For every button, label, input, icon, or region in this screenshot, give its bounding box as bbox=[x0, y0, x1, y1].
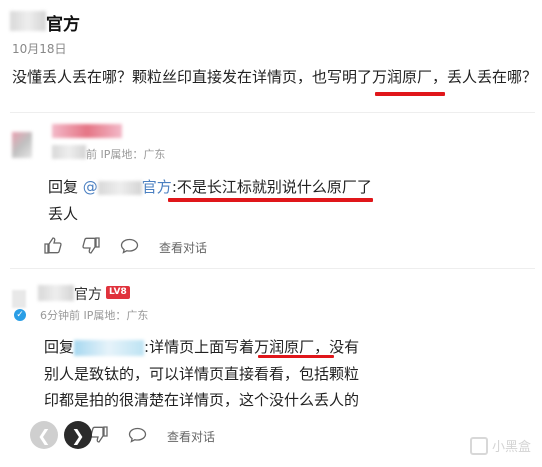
view-dialog-link[interactable]: 查看对话 bbox=[159, 239, 207, 256]
chevron-left-icon: ❮ bbox=[37, 425, 51, 445]
comment-reply-line2: 别人是致钛的，可以详情页直接看看，包括颗粒 bbox=[44, 365, 360, 383]
author-name[interactable]: 官方 bbox=[46, 10, 80, 35]
post-body-suffix: ，丢人丢在哪？ bbox=[432, 68, 538, 86]
comment-reply: 回复 @ 官方:不是长江标就别说什么原厂了 bbox=[48, 176, 372, 197]
reply-label: 回复 bbox=[48, 178, 79, 196]
comment-actions: 查看对话 bbox=[44, 237, 207, 258]
commenter-name-blurred bbox=[52, 124, 122, 138]
watermark-text: 小黑盒 bbox=[492, 440, 532, 455]
post-body-prefix: 没懂丢人丢在哪？颗粒丝印直接发在详情页，也写明了 bbox=[12, 68, 373, 86]
mention-name: 官方 bbox=[141, 178, 172, 196]
comment-icon[interactable] bbox=[128, 427, 147, 447]
reply-text-a: :详情页上面写着 bbox=[144, 338, 255, 356]
reply-highlight-underline bbox=[168, 198, 373, 202]
level-badge: LV8 bbox=[106, 286, 130, 299]
next-arrow-button[interactable]: ❯ bbox=[64, 421, 92, 449]
dislike-icon[interactable] bbox=[90, 426, 108, 447]
verified-icon: ✓ bbox=[14, 309, 26, 321]
mention-at: @ bbox=[82, 178, 98, 196]
divider bbox=[10, 268, 535, 269]
comment-reply-line1: 回复 :详情页上面写着万润原厂，没有 bbox=[44, 336, 359, 357]
mention-name-blurred bbox=[97, 180, 142, 195]
reply-text-b: ，没有 bbox=[314, 338, 360, 356]
avatar[interactable] bbox=[12, 132, 32, 158]
view-dialog-link[interactable]: 查看对话 bbox=[167, 428, 215, 445]
comment-icon[interactable] bbox=[120, 238, 139, 258]
watermark: 小黑盒 bbox=[470, 436, 531, 455]
reply-highlight: 万润原厂 bbox=[254, 338, 315, 356]
commenter-name[interactable]: 官方 bbox=[74, 284, 102, 304]
post-body-highlight: 万润原厂 bbox=[372, 68, 433, 86]
reply-highlight-underline bbox=[258, 355, 334, 358]
commenter-name-blurred bbox=[38, 285, 74, 301]
reply-label: 回复 bbox=[44, 338, 75, 356]
author-name-blurred bbox=[10, 11, 46, 31]
comment-actions: 查看对话 bbox=[90, 426, 215, 447]
dislike-icon[interactable] bbox=[82, 237, 100, 258]
avatar[interactable] bbox=[12, 290, 26, 308]
divider bbox=[10, 112, 535, 113]
comment-meta: 前 IP属地：广东 bbox=[86, 148, 166, 161]
comment-meta: 6分钟前 IP属地：广东 bbox=[40, 309, 149, 322]
chevron-right-icon: ❯ bbox=[71, 425, 85, 445]
comment-reply-line3: 印都是拍的很清楚在详情页，这个没什么丢人的 bbox=[44, 391, 360, 409]
prev-arrow-button[interactable]: ❮ bbox=[30, 421, 58, 449]
mention-name-blurred bbox=[74, 339, 145, 356]
post-body: 没懂丢人丢在哪？颗粒丝印直接发在详情页，也写明了万润原厂，丢人丢在哪？ bbox=[12, 66, 537, 87]
reply-continued: 丢人 bbox=[48, 205, 79, 223]
post-highlight-underline bbox=[375, 92, 445, 96]
reply-highlight: 不是长江标就别说什么原厂了 bbox=[176, 178, 372, 196]
post-date: 10月18日 bbox=[12, 42, 67, 56]
watermark-logo-icon bbox=[470, 436, 488, 455]
comment-time-blurred bbox=[52, 145, 86, 159]
mention-link[interactable]: @ 官方 bbox=[83, 178, 172, 196]
like-icon[interactable] bbox=[44, 237, 62, 258]
